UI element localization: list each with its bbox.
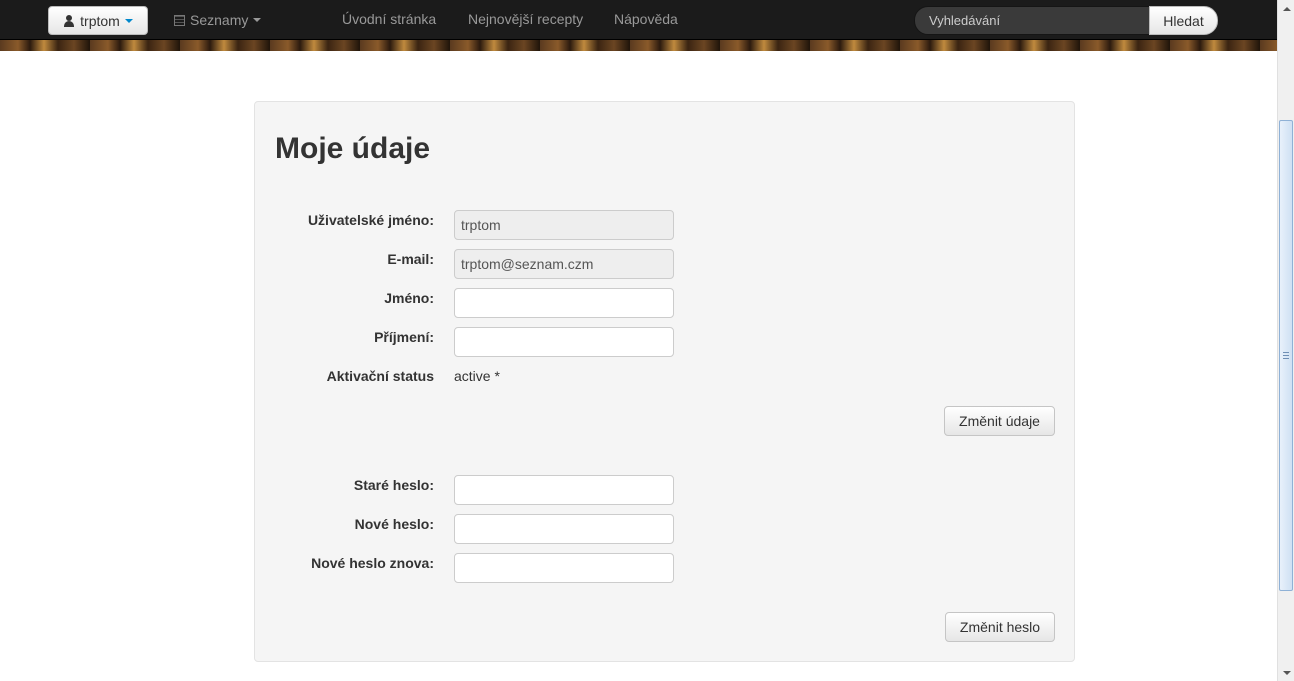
last-name-field[interactable]	[454, 327, 674, 357]
header-banner-image	[0, 40, 1277, 51]
nav-link-help[interactable]: Nápověda	[614, 11, 678, 27]
page-title: Moje údaje	[275, 132, 431, 165]
first-name-label: Jméno:	[384, 290, 434, 306]
email-field[interactable]	[454, 249, 674, 279]
activation-status-label: Aktivační status	[326, 368, 434, 384]
confirm-password-label: Nové heslo znova:	[311, 555, 434, 571]
new-password-field[interactable]	[454, 514, 674, 544]
old-password-label: Staré heslo:	[353, 477, 434, 493]
scroll-up-arrow-icon[interactable]	[1278, 0, 1294, 17]
nav-link-newest-recipes[interactable]: Nejnovější recepty	[468, 11, 583, 27]
user-icon	[63, 14, 75, 27]
username-label: Uživatelské jméno:	[307, 212, 434, 228]
search-button[interactable]: Hledat	[1149, 6, 1218, 35]
search-input[interactable]	[914, 6, 1150, 35]
top-navbar: trptom Seznamy Úvodní stránka Nejnovější…	[0, 0, 1277, 40]
first-name-field[interactable]	[454, 288, 674, 318]
lists-menu-button[interactable]: Seznamy	[174, 10, 262, 30]
old-password-field[interactable]	[454, 475, 674, 505]
user-menu-label: trptom	[80, 12, 120, 29]
last-name-label: Příjmení:	[374, 329, 434, 345]
new-password-label: Nové heslo:	[354, 516, 434, 532]
caret-down-icon	[124, 18, 133, 23]
caret-down-icon	[253, 18, 262, 22]
confirm-password-field[interactable]	[454, 553, 674, 583]
grip-icon	[1283, 352, 1289, 359]
email-label: E-mail:	[387, 251, 434, 267]
scroll-down-arrow-icon[interactable]	[1278, 664, 1294, 681]
nav-link-home[interactable]: Úvodní stránka	[342, 11, 436, 27]
vertical-scrollbar[interactable]	[1277, 0, 1294, 681]
user-menu-button[interactable]: trptom	[48, 6, 148, 35]
lists-menu-label: Seznamy	[190, 12, 249, 28]
list-icon	[174, 14, 185, 26]
scrollbar-thumb[interactable]	[1279, 120, 1293, 591]
change-password-button[interactable]: Změnit heslo	[945, 612, 1055, 642]
activation-status-value: active *	[454, 368, 500, 384]
username-field[interactable]	[454, 210, 674, 240]
change-details-button[interactable]: Změnit údaje	[944, 406, 1055, 436]
